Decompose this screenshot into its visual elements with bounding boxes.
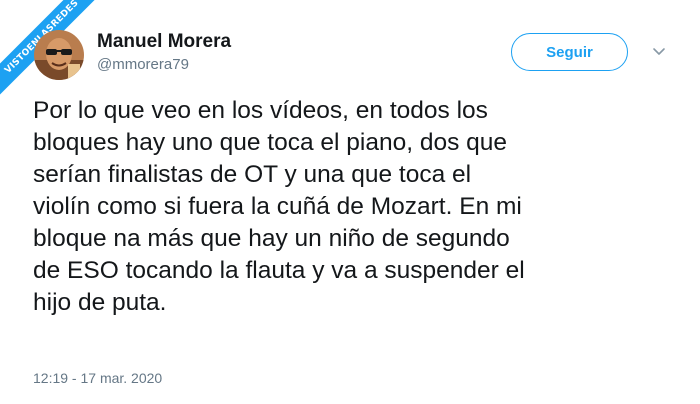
author-handle[interactable]: @mmorera79 <box>97 56 189 74</box>
chevron-down-icon[interactable] <box>651 43 667 59</box>
follow-button[interactable]: Seguir <box>511 33 628 71</box>
avatar-image <box>34 30 84 80</box>
tweet-text: Por lo que veo en los vídeos, en todos l… <box>33 97 525 316</box>
tweet-timestamp[interactable]: 12:19 - 17 mar. 2020 <box>33 369 162 387</box>
author-name[interactable]: Manuel Morera <box>97 31 231 53</box>
avatar[interactable] <box>34 30 84 80</box>
